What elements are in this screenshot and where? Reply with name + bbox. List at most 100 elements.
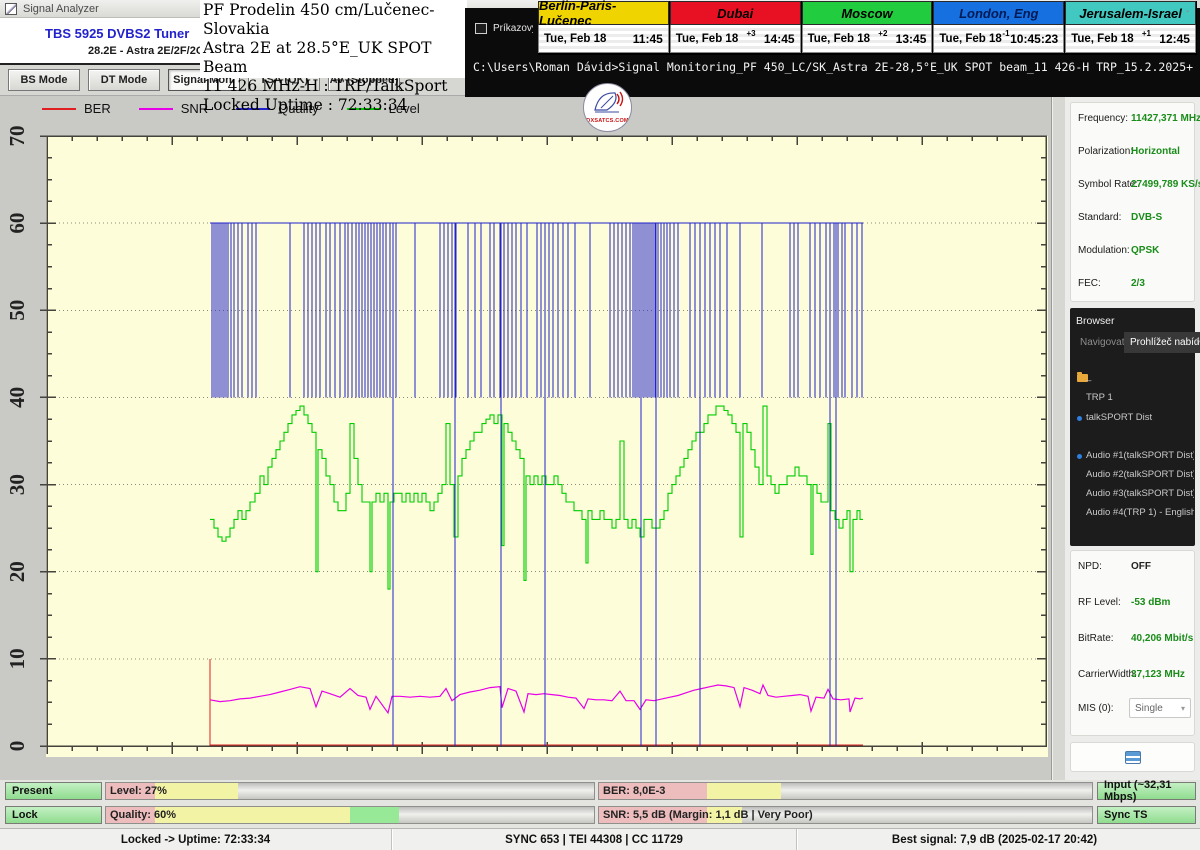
clock-time-row: Tue, Feb 18 +3 14:45 xyxy=(670,25,801,53)
param-label: Frequency: xyxy=(1078,113,1128,124)
param-label: BitRate: xyxy=(1078,633,1114,644)
svg-text:40: 40 xyxy=(5,387,29,408)
bullet-icon xyxy=(1077,454,1082,459)
annotation-line-1: PF Prodelin 450 cm/Lučenec-Slovakia xyxy=(203,1,464,39)
mis-select[interactable]: Single ▾ xyxy=(1129,698,1191,718)
dxsatcs-logo: DXSATCS.COM xyxy=(583,83,632,132)
param-label: FEC: xyxy=(1078,278,1101,289)
clock-city: Jerusalem-Israel xyxy=(1065,1,1196,25)
signal-chart-panel: BERSNRQualityLevel 010203040506070 xyxy=(0,96,1052,780)
clock-date: Tue, Feb 18 xyxy=(808,33,870,45)
param-value: 40,206 Mbit/s xyxy=(1131,633,1193,644)
svg-text:60: 60 xyxy=(5,213,29,234)
clock-time-row: Tue, Feb 18 +1 12:45 xyxy=(1065,25,1196,53)
clock-moscow: Moscow Tue, Feb 18 +2 13:45 xyxy=(802,1,934,55)
signal-history-chart: 010203040506070 xyxy=(0,96,1052,784)
param-value: QPSK xyxy=(1131,245,1159,256)
audio-track-item[interactable]: Audio #1(talkSPORT Dist) - AAC( xyxy=(1086,450,1194,461)
param-label: Modulation: xyxy=(1078,245,1130,256)
ber-meter-fill xyxy=(707,783,781,799)
snr-meter-label: SNR: 5,5 dB (Margin: 1,1 dB | Very Poor) xyxy=(603,809,813,821)
sync-ts-indicator: Sync TS xyxy=(1097,806,1196,824)
transponder-sidebar: Frequency:11427,371 MHzPolarization:Hori… xyxy=(1065,96,1200,780)
clock-utc-offset: +3 xyxy=(746,29,755,38)
clock-time-row: Tue, Feb 1811:45 xyxy=(538,25,669,53)
status-best-signal: Best signal: 7,9 dB (2025-02-17 20:42) xyxy=(797,829,1192,850)
status-sync-counters: SYNC 653 | TEI 44308 | CC 11729 xyxy=(392,829,797,850)
clock-time: 14:45 xyxy=(764,32,795,46)
lock-indicator: Lock xyxy=(5,806,102,824)
chevron-down-icon: ▾ xyxy=(1181,704,1185,713)
chevron-down-icon[interactable]: ˬ xyxy=(1186,2,1198,14)
param-value: DVB-S xyxy=(1131,212,1162,223)
clock-time: 13:45 xyxy=(896,32,927,46)
tab-bs-mode[interactable]: BS Mode xyxy=(8,69,80,91)
annotation-line-4: Locked Uptime : 72:33:34 xyxy=(203,96,464,115)
audio-track-item[interactable]: Audio #3(talkSPORT Dist) - AAC( xyxy=(1086,488,1194,499)
browser-tree-item[interactable]: talkSPORT Dist xyxy=(1086,412,1194,423)
clock-city: London, Eng xyxy=(933,1,1064,25)
annotation-line-3: 11 426 MHz-H : TRP/TalkSport xyxy=(203,77,464,96)
browser-root[interactable]: _ xyxy=(1086,371,1194,382)
annotation-line-2: Astra 2E at 28.5°E_UK SPOT Beam xyxy=(203,39,464,77)
param-label: NPD: xyxy=(1078,561,1102,572)
param-value: -53 dBm xyxy=(1131,597,1170,608)
status-bar: Locked -> Uptime: 72:33:34 SYNC 653 | TE… xyxy=(0,828,1200,850)
browser-tab-1[interactable]: Navigovat xyxy=(1074,332,1130,353)
console-command-line[interactable]: C:\Users\Roman Dávid>Signal Monitoring_P… xyxy=(473,60,1193,74)
svg-text:0: 0 xyxy=(5,741,29,752)
param-value: 27499,789 KS/s xyxy=(1131,179,1200,190)
audio-track-item[interactable]: Audio #2(talkSPORT Dist) - AAC( xyxy=(1086,469,1194,480)
browser-tree-item[interactable]: TRP 1 xyxy=(1086,392,1194,403)
browser-tab-3[interactable]: N xyxy=(1190,332,1200,353)
status-locked-uptime: Locked -> Uptime: 72:33:34 xyxy=(0,829,392,850)
clock-city: Berlin-Paris-Lučenec xyxy=(538,1,669,25)
quality-meter-label: Quality: 60% xyxy=(110,809,176,821)
window-title: Signal Analyzer xyxy=(23,3,99,15)
level-meter-fill xyxy=(155,783,238,799)
legend-item-snr: SNR xyxy=(139,101,208,116)
param-label: Polarization: xyxy=(1078,146,1133,157)
level-meter-label: Level: 27% xyxy=(110,785,167,797)
param-value: 2/3 xyxy=(1131,278,1145,289)
clock-utc-offset: +2 xyxy=(878,29,887,38)
mis-label: MIS (0): xyxy=(1078,703,1114,714)
ber-meter: BER: 8,0E-3 xyxy=(598,782,1093,800)
param-value: OFF xyxy=(1131,561,1151,572)
clock-london-eng: London, EngTue, Feb 18-110:45:23 xyxy=(933,1,1065,55)
clock-time-row: Tue, Feb 18-110:45:23 xyxy=(933,25,1064,53)
clock-city: Dubai xyxy=(670,1,801,25)
param-label: Standard: xyxy=(1078,212,1121,223)
signal-meters-area: PresentLevel: 27%BER: 8,0E-3Input (~32,3… xyxy=(0,780,1200,828)
level-meter: Level: 27% xyxy=(105,782,595,800)
param-value: 37,123 MHz xyxy=(1131,669,1185,680)
clock-utc-offset: +1 xyxy=(1142,29,1151,38)
clock-date: Tue, Feb 18 xyxy=(939,33,1001,45)
legend-swatch-snr xyxy=(139,108,173,110)
param-label: CarrierWidth: xyxy=(1078,669,1137,680)
clock-dubai: Dubai Tue, Feb 18 +3 14:45 xyxy=(670,1,802,55)
audio-track-item[interactable]: Audio #4(TRP 1) - English, AAC( xyxy=(1086,507,1194,518)
clock-city: Moscow xyxy=(802,1,933,25)
param-label: Symbol Rate: xyxy=(1078,179,1138,190)
world-clocks-widget: Berlin-Paris-LučenecTue, Feb 1811:45Duba… xyxy=(538,1,1197,55)
satellite-dish-icon xyxy=(589,88,627,118)
clock-date: Tue, Feb 18 xyxy=(676,33,738,45)
clock-time: 12:45 xyxy=(1159,32,1190,46)
svg-text:20: 20 xyxy=(5,561,29,582)
legend-label: BER xyxy=(84,101,111,116)
tab-dt-mode[interactable]: DT Mode xyxy=(88,69,160,91)
save-button[interactable] xyxy=(1070,742,1195,772)
logo-text: DXSATCS.COM xyxy=(586,118,628,124)
clock-jerusalem-israel: Jerusalem-Israel Tue, Feb 18 +1 12:45 xyxy=(1065,1,1197,55)
input-indicator: Input (~32,31 Mbps) xyxy=(1097,782,1196,800)
clock-date: Tue, Feb 18 xyxy=(1071,33,1133,45)
quality-meter-fill xyxy=(350,807,399,823)
browser-tab-2[interactable]: Prohlížeč nabídky xyxy=(1124,332,1200,353)
quality-meter: Quality: 60% xyxy=(105,806,595,824)
param-value: Horizontal xyxy=(1131,146,1180,157)
console-title: Príkazový ria xyxy=(493,23,533,34)
tuner-title: TBS 5925 DVBS2 Tuner xyxy=(45,26,189,41)
mis-selected-value: Single xyxy=(1135,703,1163,714)
browser-panel: BrowserNavigovatProhlížeč nabídkyN_TRP 1… xyxy=(1070,308,1195,546)
